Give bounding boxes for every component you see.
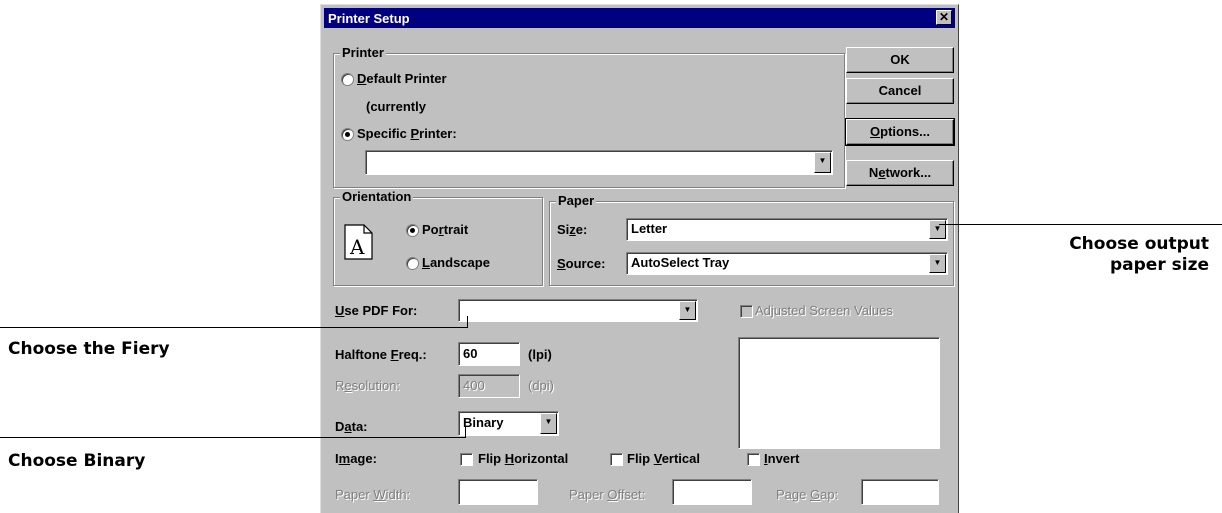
ok-button[interactable]: OK [846,47,954,73]
paper-size-callout-line1: Choose output [1069,234,1209,254]
printer-group-label: Printer [340,45,386,60]
orientation-group-label: Orientation [340,189,414,204]
data-value: Binary [463,415,504,430]
halftone-unit: (lpi) [528,347,552,362]
portrait-radio[interactable] [406,224,419,237]
paper-size-select[interactable]: Letter ▼ [626,218,948,241]
paper-offset-input[interactable] [672,479,752,505]
specific-printer-label: Specific Printer: [357,126,457,141]
adjusted-screen-label: Adjusted Screen Values [755,303,893,318]
paper-size-value: Letter [631,221,668,236]
dropdown-arrow-icon[interactable]: ▼ [929,220,946,239]
fiery-callout-line [0,327,468,328]
close-icon[interactable]: ✕ [936,10,952,25]
paper-width-input[interactable] [458,479,538,505]
paper-source-value: AutoSelect Tray [631,255,730,270]
default-printer-radio[interactable] [341,73,354,86]
invert-label: Invert [764,451,800,466]
binary-callout-line [0,437,466,438]
image-label: Image: [335,451,377,466]
data-label: Data: [335,419,368,434]
dropdown-arrow-icon[interactable]: ▼ [929,254,946,273]
flip-horizontal-label: Flip Horizontal [478,451,569,466]
page-gap-label: Page Gap: [776,487,839,502]
paper-group-label: Paper [556,193,597,208]
flip-vertical-checkbox[interactable] [610,453,623,466]
adjusted-screen-checkbox[interactable] [740,305,753,318]
resolution-input[interactable]: 400 [458,374,520,398]
use-pdf-label: Use PDF For: [335,303,418,318]
fiery-callout: Choose the Fiery [8,339,170,359]
invert-checkbox[interactable] [747,453,760,466]
paper-size-callout-line2: paper size [1109,255,1209,275]
paper-source-select[interactable]: AutoSelect Tray ▼ [626,252,948,275]
landscape-radio[interactable] [406,257,419,270]
currently-label: (currently [366,99,426,114]
halftone-label: Halftone Freq.: [335,347,427,362]
fiery-callout-tick [467,316,468,328]
page-gap-input[interactable] [861,479,939,505]
dialog-title: Printer Setup [328,11,410,26]
resolution-label: Resolution: [335,378,401,393]
cancel-button[interactable]: Cancel [846,78,954,104]
network-button[interactable]: Network... [846,160,954,186]
flip-vertical-label: Flip Vertical [627,451,700,466]
paper-width-label: Paper Width: [335,487,411,502]
paper-offset-label: Paper Offset: [569,487,646,502]
data-select[interactable]: Binary ▼ [458,411,559,436]
dropdown-arrow-icon[interactable]: ▼ [679,301,696,320]
halftone-value: 60 [463,346,478,361]
svg-text:A: A [349,235,365,259]
paper-size-callout-line [939,224,1222,225]
printer-select[interactable]: ▼ [365,150,833,175]
resolution-unit: (dpi) [528,378,555,393]
dropdown-arrow-icon[interactable]: ▼ [814,152,831,173]
portrait-label: Portrait [422,222,469,237]
binary-callout: Choose Binary [8,451,146,471]
use-pdf-select[interactable]: ▼ [458,299,698,322]
flip-horizontal-checkbox[interactable] [460,453,473,466]
specific-printer-radio[interactable] [341,128,354,141]
options-button[interactable]: Options... [845,118,955,146]
document-orientation-icon: A [344,224,373,260]
default-printer-label: Default Printer [357,71,447,86]
title-bar: Printer Setup ✕ [324,8,955,28]
size-label: Size: [557,222,588,237]
screen-values-box [738,337,940,449]
halftone-input[interactable]: 60 [458,342,520,366]
binary-callout-tick [465,427,466,438]
dropdown-arrow-icon[interactable]: ▼ [540,413,557,434]
landscape-label: Landscape [422,255,490,270]
resolution-value: 400 [463,378,485,393]
source-label: Source: [557,256,606,271]
